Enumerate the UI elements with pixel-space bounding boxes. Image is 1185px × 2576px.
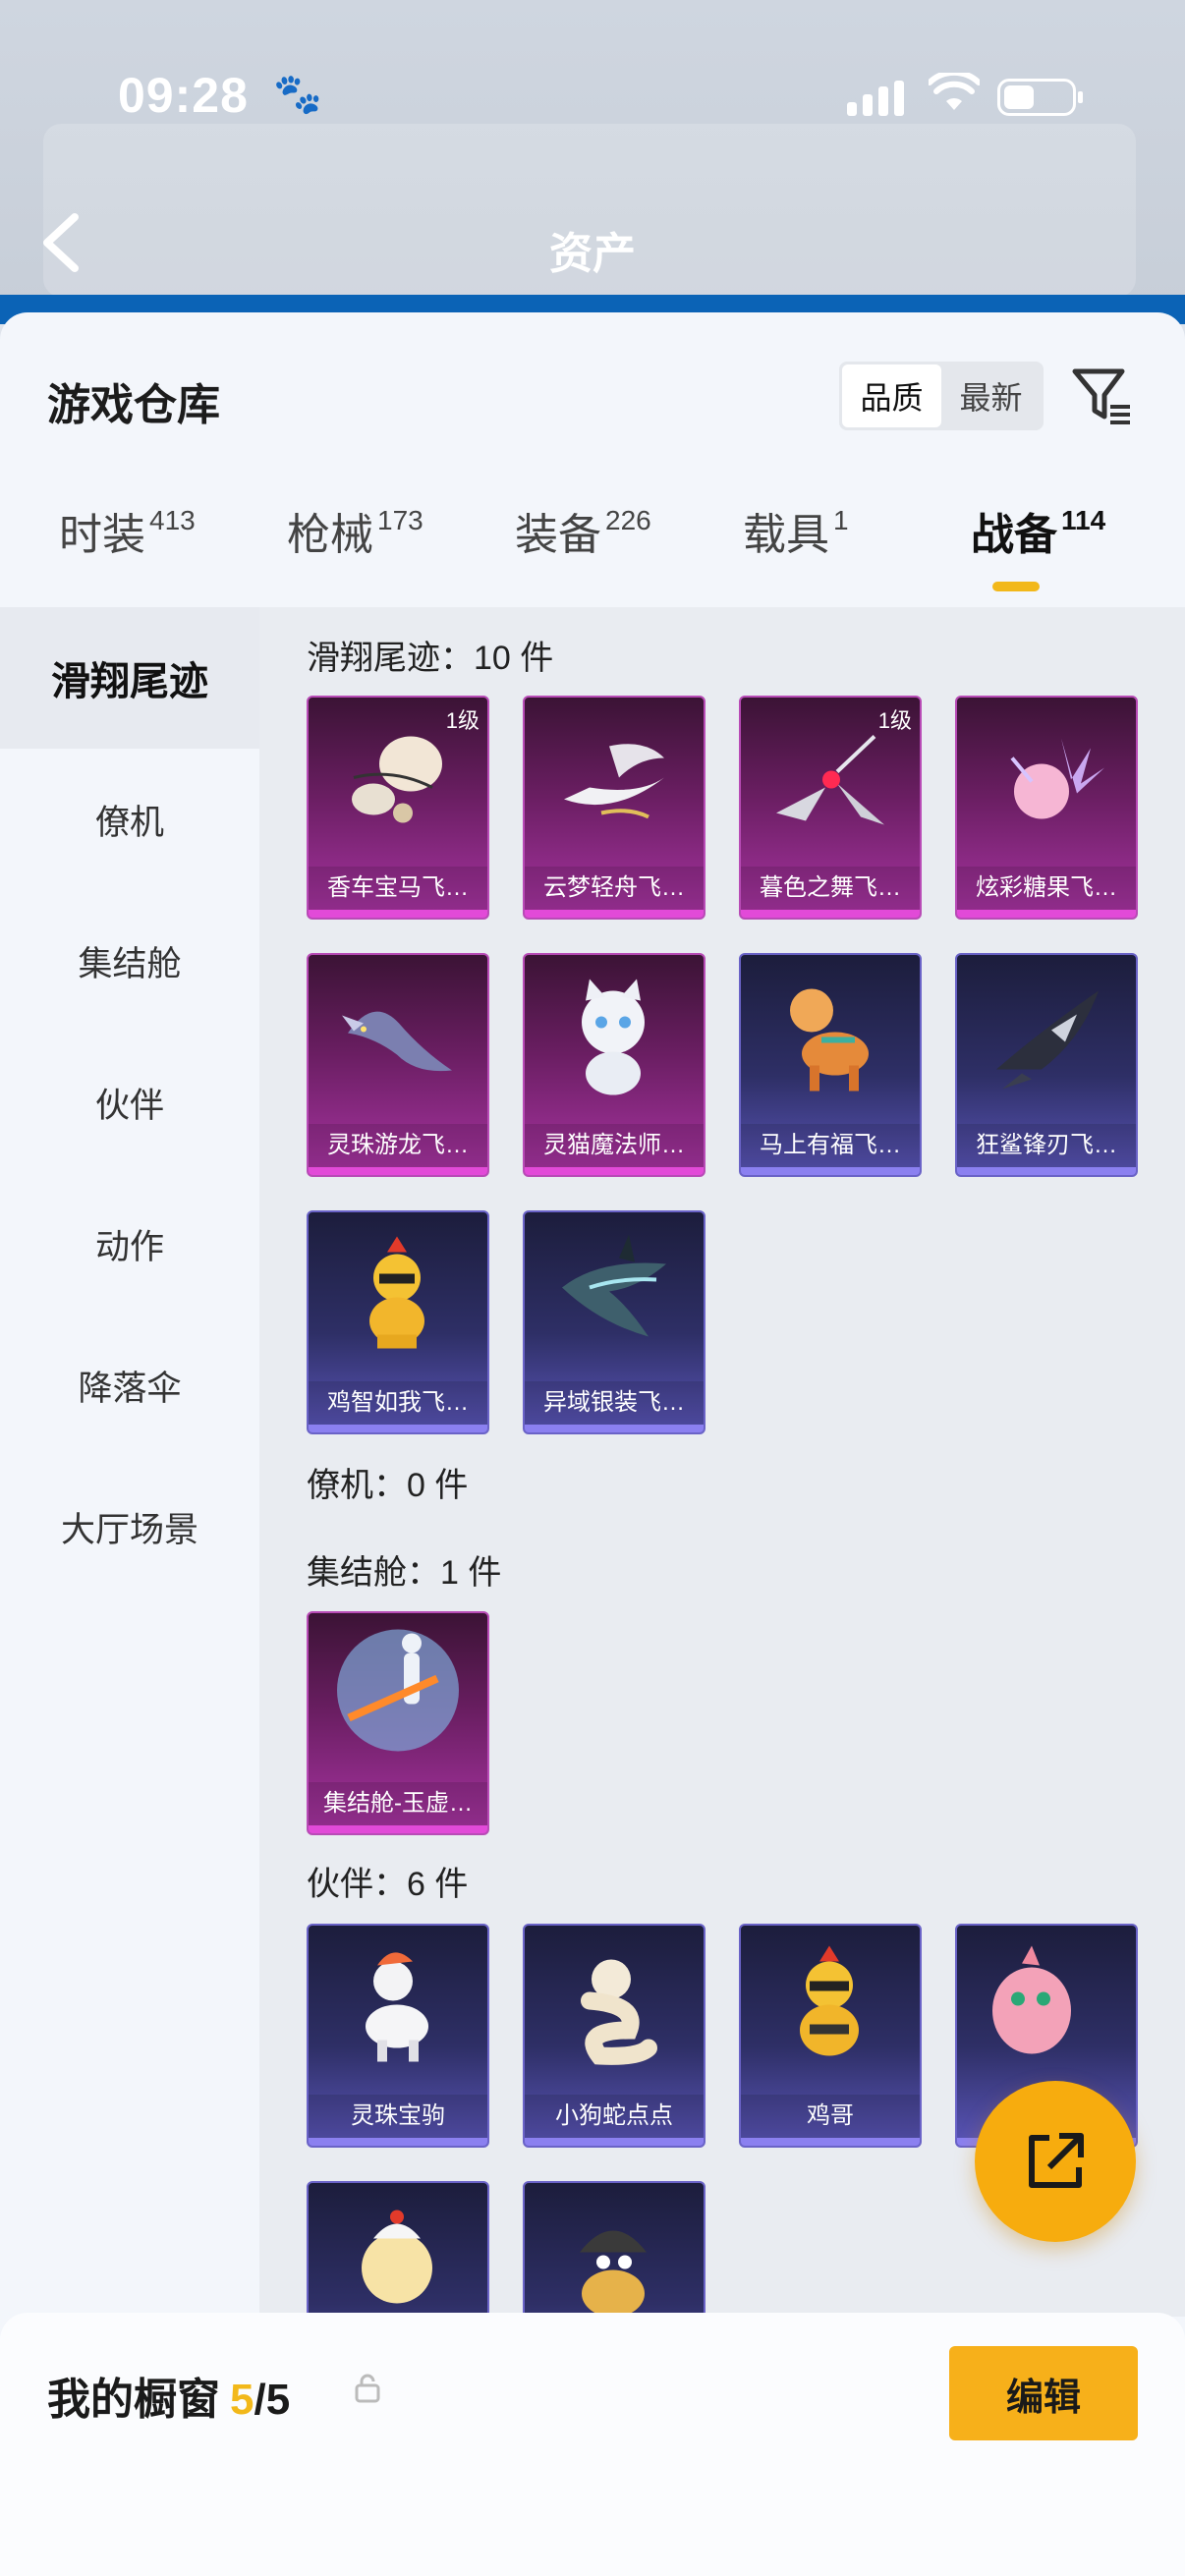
section-label-partner: 伙伴：6 件 — [307, 1866, 469, 1903]
item-grid-area: 滑翔尾迹：10 件 1级 香车宝马飞… 云梦轻舟飞… 1级 暮色之舞飞… 炫彩糖… — [259, 607, 1185, 2317]
signal-icon — [847, 81, 906, 116]
item-card[interactable] — [523, 2181, 705, 2317]
active-tab-indicator — [992, 582, 1040, 591]
item-name: 集结舱-玉虚… — [309, 1782, 487, 1825]
tab-combat-supplies[interactable]: 战备 114 — [971, 499, 1105, 562]
carriage-icon — [334, 719, 462, 842]
capsule-icon — [319, 1620, 477, 1772]
blades-icon — [766, 719, 894, 842]
tab-equipment[interactable]: 装备 226 — [515, 499, 651, 562]
chicken-icon — [334, 1229, 462, 1362]
shark-icon — [983, 972, 1110, 1104]
section-label-capsule: 集结舱：1 件 — [307, 1554, 502, 1592]
sidebar-item-lobby-scene[interactable]: 大厅场景 — [0, 1456, 259, 1597]
item-card[interactable]: 炫彩糖果飞… — [955, 696, 1138, 920]
sort-latest-button[interactable]: 最新 — [941, 364, 1041, 427]
tab-vehicles[interactable]: 载具 1 — [743, 499, 849, 562]
item-name: 小狗蛇点点 — [525, 2095, 704, 2138]
snake-icon — [550, 1942, 678, 2075]
lock-icon — [354, 2374, 381, 2411]
status-time: 09:28 — [118, 68, 249, 123]
sidebar-item-capsule[interactable]: 集结舱 — [0, 890, 259, 1032]
item-card[interactable]: 灵猫魔法师… — [523, 953, 705, 1177]
tab-fashion[interactable]: 时装 413 — [59, 499, 196, 562]
rooster-icon — [766, 1942, 894, 2075]
sidebar-item-glide-trail[interactable]: 滑翔尾迹 — [0, 607, 259, 749]
sidebar-item-wingman[interactable]: 僚机 — [0, 749, 259, 890]
item-name: 暮色之舞飞… — [741, 867, 920, 910]
chick-icon — [334, 2200, 462, 2318]
item-card[interactable]: 灵珠游龙飞… — [307, 953, 489, 1177]
pony-icon — [334, 1942, 462, 2075]
filter-icon[interactable] — [1069, 362, 1136, 428]
item-name: 狂鲨锋刃飞… — [957, 1124, 1136, 1167]
paw-icon: 🐾 — [273, 73, 322, 116]
share-button[interactable] — [975, 2081, 1136, 2242]
item-card[interactable]: 鸡智如我飞… — [307, 1210, 489, 1434]
item-card[interactable]: 1级 香车宝马飞… — [307, 696, 489, 920]
horse-icon — [766, 972, 894, 1104]
candy-icon — [983, 719, 1110, 842]
item-name: 香车宝马飞… — [309, 867, 487, 910]
section-label-glide: 滑翔尾迹：10 件 — [307, 640, 554, 677]
helmet-duck-icon — [550, 2200, 678, 2317]
item-card[interactable]: 云梦轻舟飞… — [523, 696, 705, 920]
bird-icon — [983, 1942, 1110, 2075]
item-name: 鸡哥 — [741, 2095, 920, 2138]
item-name: 异域银装飞… — [525, 1381, 704, 1425]
page-title: 资产 — [549, 230, 636, 278]
item-card[interactable]: 集结舱-玉虚… — [307, 1611, 489, 1835]
item-card[interactable]: 小狗蛇点点 — [523, 1924, 705, 2148]
item-name: 马上有福飞… — [741, 1124, 920, 1167]
wifi-icon — [927, 69, 982, 123]
section-label-wingman: 僚机：0 件 — [307, 1467, 469, 1504]
sort-toggle: 品质 最新 — [839, 362, 1044, 430]
item-name: 炫彩糖果飞… — [957, 867, 1136, 910]
item-name: 云梦轻舟飞… — [525, 867, 704, 910]
boat-icon — [550, 719, 678, 842]
sheet-title: 游戏仓库 — [47, 381, 220, 429]
item-card[interactable]: 鸡哥 — [739, 1924, 922, 2148]
item-name: 灵珠游龙飞… — [309, 1124, 487, 1167]
cat-icon — [550, 972, 678, 1104]
sort-quality-button[interactable]: 品质 — [842, 364, 941, 427]
sidebar-item-partner[interactable]: 伙伴 — [0, 1032, 259, 1173]
item-card[interactable]: 马上有福飞… — [739, 953, 922, 1177]
battery-icon — [997, 79, 1083, 116]
item-card[interactable]: 异域银装飞… — [523, 1210, 705, 1434]
showcase-label: 我的橱窗 5/5 — [47, 2376, 291, 2424]
share-arrow-icon — [1029, 2133, 1084, 2188]
item-name: 鸡智如我飞… — [309, 1381, 487, 1425]
tab-firearms[interactable]: 枪械 173 — [287, 499, 423, 562]
sidebar-item-parachute[interactable]: 降落伞 — [0, 1315, 259, 1456]
item-card[interactable]: 狂鲨锋刃飞… — [955, 953, 1138, 1177]
wings-icon — [550, 1229, 678, 1362]
category-sidebar: 滑翔尾迹 僚机 集结舱 伙伴 动作 降落伞 大厅场景 — [0, 607, 259, 2317]
edit-button[interactable]: 编辑 — [949, 2346, 1138, 2440]
item-card[interactable] — [307, 2181, 489, 2317]
item-name: 灵珠宝驹 — [309, 2095, 487, 2138]
dragon-icon — [334, 977, 462, 1099]
sidebar-item-emote[interactable]: 动作 — [0, 1173, 259, 1315]
status-bar: 09:28 🐾 — [0, 59, 1185, 138]
item-card[interactable]: 灵珠宝驹 — [307, 1924, 489, 2148]
showcase-bar: 我的橱窗 5/5 编辑 — [0, 2313, 1185, 2576]
showcase-count: 5 — [230, 2376, 254, 2424]
item-card[interactable]: 1级 暮色之舞飞… — [739, 696, 922, 920]
showcase-total: /5 — [254, 2376, 291, 2424]
item-name: 灵猫魔法师… — [525, 1124, 704, 1167]
